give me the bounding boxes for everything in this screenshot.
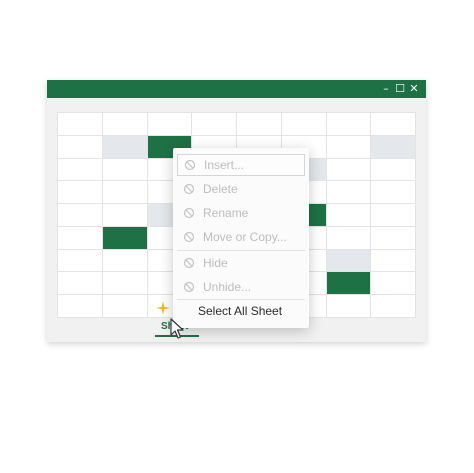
grid-cell[interactable] <box>371 204 416 227</box>
menu-item-select-all-sheet[interactable]: Select All Sheet <box>177 300 305 322</box>
grid-cell[interactable] <box>192 113 237 136</box>
grid-cell[interactable] <box>371 249 416 273</box>
mouse-cursor-icon <box>170 318 184 339</box>
grid-cell[interactable] <box>58 204 103 227</box>
grid-cell[interactable] <box>58 135 103 159</box>
grid-cell[interactable] <box>326 295 372 318</box>
maximize-icon[interactable]: ☐ <box>394 81 406 97</box>
grid-cell[interactable] <box>326 226 372 250</box>
grid-cell[interactable] <box>371 226 416 250</box>
grid-cell[interactable] <box>326 181 372 205</box>
grid-cell[interactable] <box>58 295 103 318</box>
sparkle-icon <box>156 301 170 315</box>
disabled-icon <box>183 183 195 195</box>
sheet-context-menu: Insert... Delete Rename Move or Copy... … <box>173 148 309 328</box>
grid-cell[interactable] <box>58 249 103 273</box>
grid-cell[interactable] <box>326 135 372 159</box>
grid-cell[interactable] <box>102 181 148 205</box>
grid-cell[interactable] <box>58 181 103 205</box>
grid-cell[interactable] <box>102 135 148 159</box>
grid-cell[interactable] <box>371 295 416 318</box>
menu-item-label: Insert... <box>204 158 245 172</box>
grid-cell[interactable] <box>58 226 103 250</box>
grid-cell[interactable] <box>326 113 372 136</box>
grid-cell[interactable] <box>58 272 103 296</box>
grid-cell[interactable] <box>281 113 327 136</box>
menu-item-delete[interactable]: Delete <box>177 178 305 200</box>
grid-cell[interactable] <box>371 181 416 205</box>
menu-item-label: Select All Sheet <box>198 304 283 318</box>
grid-cell[interactable] <box>326 158 372 182</box>
grid-cell[interactable] <box>147 113 193 136</box>
grid-cell[interactable] <box>102 249 148 273</box>
menu-item-label: Rename <box>203 206 249 220</box>
grid-cell[interactable] <box>102 272 148 296</box>
menu-item-label: Unhide... <box>203 280 252 294</box>
disabled-icon <box>183 231 195 243</box>
grid-cell[interactable] <box>102 204 148 227</box>
menu-item-hide[interactable]: Hide <box>177 252 305 274</box>
title-bar: – ☐ ✕ <box>47 80 426 98</box>
menu-item-label: Move or Copy... <box>203 230 287 244</box>
disabled-icon <box>183 281 195 293</box>
grid-cell[interactable] <box>326 272 372 296</box>
menu-item-move-or-copy[interactable]: Move or Copy... <box>177 226 305 248</box>
grid-cell[interactable] <box>326 249 372 273</box>
grid-cell[interactable] <box>58 113 103 136</box>
grid-cell[interactable] <box>102 158 148 182</box>
menu-separator <box>177 250 305 251</box>
menu-item-rename[interactable]: Rename <box>177 202 305 224</box>
menu-item-label: Hide <box>203 256 228 270</box>
grid-cell[interactable] <box>237 113 282 136</box>
disabled-icon <box>184 159 196 171</box>
minimize-icon[interactable]: – <box>380 81 392 97</box>
disabled-icon <box>183 207 195 219</box>
grid-cell[interactable] <box>371 158 416 182</box>
disabled-icon <box>183 257 195 269</box>
grid-cell[interactable] <box>58 158 103 182</box>
menu-item-insert[interactable]: Insert... <box>177 154 305 176</box>
grid-cell[interactable] <box>102 295 148 318</box>
grid-cell[interactable] <box>371 135 416 159</box>
grid-cell[interactable] <box>326 204 372 227</box>
close-icon[interactable]: ✕ <box>408 81 420 97</box>
grid-cell[interactable] <box>371 113 416 136</box>
grid-cell[interactable] <box>371 272 416 296</box>
grid-cell[interactable] <box>102 226 148 250</box>
menu-item-label: Delete <box>203 182 238 196</box>
grid-cell[interactable] <box>102 113 148 136</box>
menu-item-unhide[interactable]: Unhide... <box>177 276 305 298</box>
